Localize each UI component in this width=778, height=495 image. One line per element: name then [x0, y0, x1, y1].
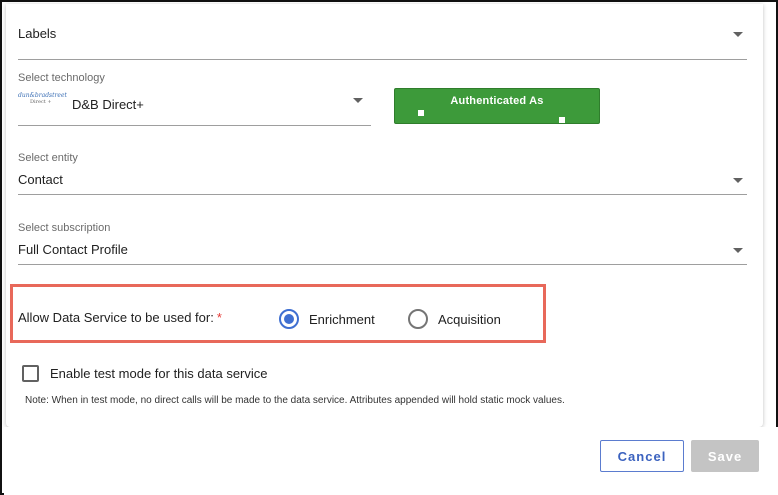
technology-select-label: Select technology — [18, 72, 105, 84]
enrichment-radio[interactable] — [279, 309, 299, 329]
window-frame: Labels Select technology dun&bradstreet … — [0, 0, 778, 495]
data-service-form-card: Labels Select technology dun&bradstreet … — [6, 4, 763, 427]
entity-select-value: Contact — [18, 172, 63, 187]
cancel-button[interactable]: Cancel — [600, 440, 684, 472]
subscription-select-label: Select subscription — [18, 222, 111, 234]
entity-select[interactable]: Select entity Contact — [18, 152, 747, 195]
save-button[interactable]: Save — [691, 440, 759, 472]
usage-label: Allow Data Service to be used for: * — [18, 310, 222, 325]
entity-select-label: Select entity — [18, 152, 78, 164]
labels-select[interactable]: Labels — [18, 12, 747, 60]
acquisition-radio[interactable] — [408, 309, 428, 329]
status-dot-icon — [418, 110, 424, 116]
chevron-down-icon — [353, 98, 363, 103]
authenticated-as-button[interactable]: Authenticated As — [394, 88, 600, 124]
test-mode-checkbox[interactable] — [22, 365, 39, 382]
test-mode-label[interactable]: Enable test mode for this data service — [50, 366, 268, 381]
authenticated-as-label: Authenticated As — [450, 95, 544, 107]
chevron-down-icon — [733, 248, 743, 253]
required-marker: * — [216, 310, 222, 325]
technology-select-value: D&B Direct+ — [72, 97, 144, 112]
subscription-select[interactable]: Select subscription Full Contact Profile — [18, 222, 747, 265]
dnb-logo-icon: dun&bradstreet Direct + — [18, 92, 68, 108]
test-mode-note: Note: When in test mode, no direct calls… — [25, 395, 565, 406]
labels-select-value: Labels — [18, 26, 57, 41]
status-dot-icon — [559, 117, 565, 123]
technology-select[interactable]: Select technology dun&bradstreet Direct … — [18, 72, 371, 126]
chevron-down-icon — [733, 178, 743, 183]
subscription-select-value: Full Contact Profile — [18, 242, 128, 257]
dnb-logo-line2: Direct + — [30, 99, 52, 105]
enrichment-radio-label[interactable]: Enrichment — [309, 312, 375, 327]
dnb-logo-line1: dun&bradstreet — [18, 92, 67, 99]
acquisition-radio-label[interactable]: Acquisition — [438, 312, 501, 327]
chevron-down-icon — [733, 32, 743, 37]
